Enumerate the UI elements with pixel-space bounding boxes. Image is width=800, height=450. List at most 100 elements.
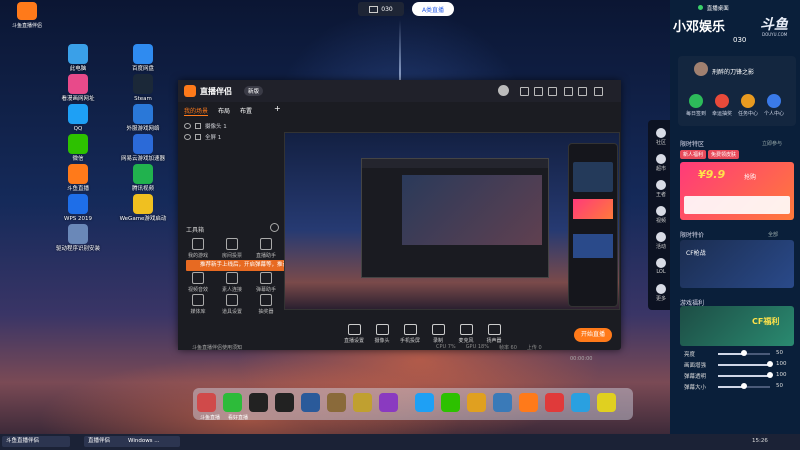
- desktop-icon[interactable]: 百度网盘: [117, 44, 169, 73]
- quick-button-label: 每日签到: [686, 111, 707, 117]
- side-nav-item[interactable]: LOL: [650, 258, 672, 275]
- maximize-icon[interactable]: [578, 87, 587, 96]
- taskbar-item[interactable]: Windows ...: [124, 436, 180, 447]
- eye-icon[interactable]: [184, 134, 191, 140]
- dock-app-icon[interactable]: [597, 393, 616, 412]
- side-nav-item[interactable]: 王者: [650, 180, 672, 198]
- section1-link[interactable]: 立即参与: [762, 140, 782, 147]
- dock-app-icon[interactable]: [327, 393, 346, 412]
- setting-slider-knob[interactable]: [767, 372, 773, 378]
- dock-app-icon[interactable]: [545, 393, 564, 412]
- dock-app-icon[interactable]: [379, 393, 398, 412]
- skin-icon[interactable]: [520, 87, 529, 96]
- quick-button[interactable]: 任务中心: [738, 94, 758, 117]
- dock-app-icon[interactable]: [353, 393, 372, 412]
- toolbar-item[interactable]: 手机投屏: [396, 324, 424, 344]
- dock-app-icon[interactable]: [571, 393, 590, 412]
- eye-icon[interactable]: [184, 123, 191, 129]
- tool-item[interactable]: 我的游戏: [182, 238, 214, 259]
- toolbar-item[interactable]: 扬声器: [480, 324, 508, 344]
- desktop-icon[interactable]: WPS 2019: [52, 194, 104, 223]
- menu-icon[interactable]: [548, 87, 557, 96]
- side-nav-item[interactable]: 社区: [650, 128, 672, 146]
- tab-layout[interactable]: 布局: [218, 106, 230, 116]
- setting-slider[interactable]: [718, 375, 770, 377]
- desktop-icon-label: 百度网盘: [131, 66, 154, 72]
- side-nav-item[interactable]: 活动: [650, 232, 672, 250]
- window-titlebar[interactable]: 直播伴侣 新版: [178, 80, 621, 102]
- tool-item[interactable]: 房间投票: [216, 238, 248, 259]
- promo-chip[interactable]: 新人福利: [680, 150, 707, 159]
- desktop-icon[interactable]: Steam: [117, 74, 169, 103]
- setting-slider-knob[interactable]: [741, 350, 747, 356]
- dock-app-icon[interactable]: [301, 393, 320, 412]
- dock-app-icon[interactable]: [275, 393, 294, 412]
- tool-item[interactable]: 直播助手: [250, 238, 282, 259]
- app-icon: [133, 164, 153, 184]
- taskbar-item[interactable]: 斗鱼直播伴侣: [2, 436, 70, 447]
- dock-app-icon[interactable]: [415, 393, 434, 412]
- lock-icon[interactable]: [195, 123, 201, 129]
- corner-app-shortcut[interactable]: 斗鱼直播伴侣: [4, 2, 50, 29]
- live-type-button[interactable]: A类直播: [412, 2, 454, 16]
- preview-canvas[interactable]: [284, 132, 620, 310]
- dock-app-icon[interactable]: [441, 393, 460, 412]
- taskbar-item[interactable]: 直播伴侣: [84, 436, 128, 447]
- toolbox-more-icon[interactable]: [270, 223, 279, 232]
- tool-item[interactable]: 弹幕助手: [250, 272, 282, 293]
- quick-button[interactable]: 每日签到: [686, 94, 706, 117]
- room-chip[interactable]: 030: [358, 2, 404, 16]
- tab-scenes[interactable]: 我的场景: [184, 106, 209, 116]
- close-icon[interactable]: [594, 87, 603, 96]
- toolbar-item[interactable]: 录制: [424, 324, 452, 344]
- source-row[interactable]: 全屏 1: [184, 133, 221, 141]
- desktop-icon[interactable]: 网易云游戏加速器: [117, 134, 169, 163]
- desktop-icon[interactable]: 此电脑: [52, 44, 104, 73]
- dock-app-icon[interactable]: [197, 393, 216, 412]
- version-badge[interactable]: 新版: [244, 86, 264, 96]
- dock-app-icon[interactable]: [467, 393, 486, 412]
- tool-item[interactable]: 媒体库: [182, 294, 214, 315]
- side-nav-item[interactable]: 更多: [650, 284, 672, 302]
- desktop-icon[interactable]: 驱动程序识别安装: [52, 224, 104, 253]
- tool-item[interactable]: 抽奖器: [250, 294, 282, 315]
- tool-item[interactable]: 素人连接: [216, 272, 248, 293]
- dock-app-icon[interactable]: [493, 393, 512, 412]
- section2-link[interactable]: 全部: [768, 231, 778, 238]
- user-avatar[interactable]: [498, 85, 509, 96]
- desktop-icon[interactable]: 看漫画网网址: [52, 74, 104, 103]
- promo-chip[interactable]: 免费领皮肤: [708, 150, 740, 159]
- minimize-icon[interactable]: [564, 87, 573, 96]
- add-scene-icon[interactable]: +: [274, 104, 281, 113]
- setting-slider-knob[interactable]: [741, 383, 747, 389]
- tool-item[interactable]: 道具设置: [216, 294, 248, 315]
- desktop-icon[interactable]: WeGame游戏启动: [117, 194, 169, 223]
- dock-app-icon[interactable]: [249, 393, 268, 412]
- toolbar-item[interactable]: 直播设置: [340, 324, 368, 344]
- dock-app-icon[interactable]: [519, 393, 538, 412]
- profile-avatar[interactable]: [694, 62, 708, 76]
- tab-arrange[interactable]: 布置: [240, 106, 252, 116]
- desktop-icon[interactable]: 斗鱼直播: [52, 164, 104, 193]
- lock-icon[interactable]: [195, 134, 201, 140]
- start-live-button[interactable]: 开始直播: [574, 328, 612, 342]
- quick-button[interactable]: 幸运抽奖: [712, 94, 732, 117]
- quick-button[interactable]: 个人中心: [764, 94, 784, 117]
- tool-item[interactable]: 视频音效: [182, 272, 214, 293]
- dock-app-icon[interactable]: [223, 393, 242, 412]
- desktop-icon[interactable]: 外服游戏网络: [117, 104, 169, 133]
- tool-label: 房间投票: [221, 253, 242, 259]
- desktop-icon[interactable]: 微信: [52, 134, 104, 163]
- side-nav-item[interactable]: 超市: [650, 154, 672, 172]
- toolbar-item[interactable]: 麦克风: [452, 324, 480, 344]
- setting-slider-knob[interactable]: [767, 361, 773, 367]
- setting-slider[interactable]: [718, 364, 770, 366]
- side-nav-item[interactable]: 视频: [650, 206, 672, 224]
- settings-icon[interactable]: [534, 87, 543, 96]
- desktop-icon[interactable]: QQ: [52, 104, 104, 133]
- desktop-icon[interactable]: 腾讯视频: [117, 164, 169, 193]
- footer-notice[interactable]: 斗鱼直播伴侣使用须知: [192, 344, 242, 351]
- toolbar-item[interactable]: 摄像头: [368, 324, 396, 344]
- source-row[interactable]: 摄像头 1: [184, 122, 227, 130]
- promo-apps-strip[interactable]: [684, 196, 790, 214]
